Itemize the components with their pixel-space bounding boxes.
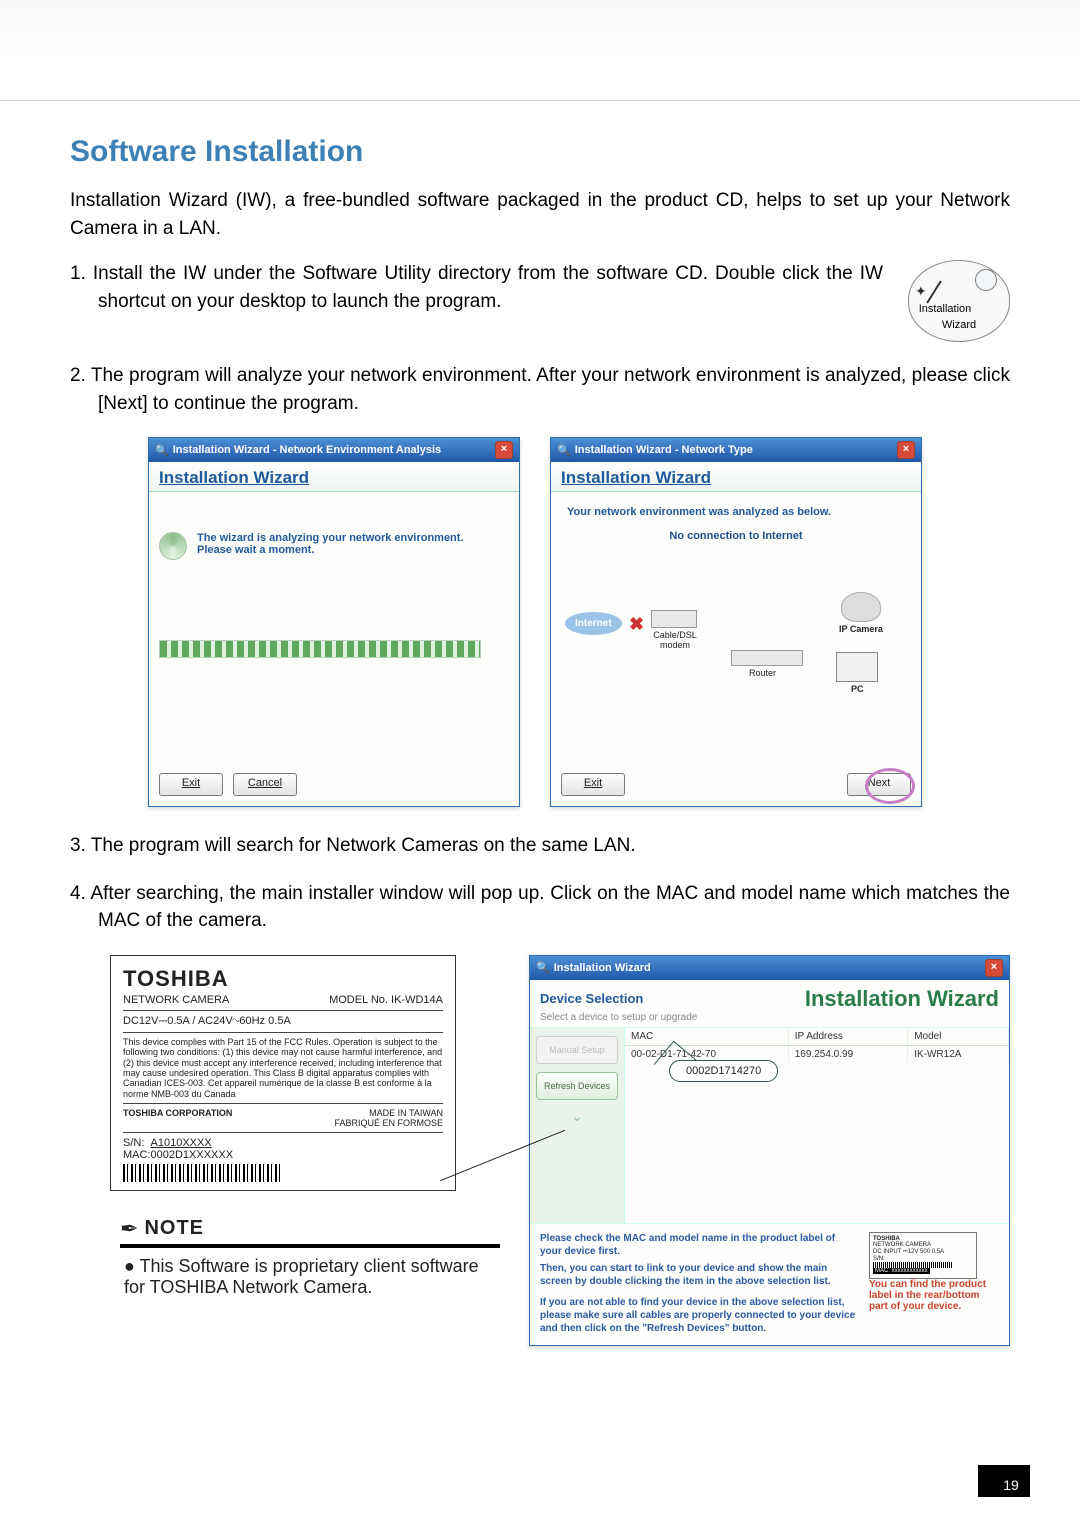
internet-cloud-icon: Internet (565, 612, 622, 635)
dialog-analyzing-environment: 🔍 Installation Wizard - Network Environm… (148, 437, 520, 807)
manual-setup-button[interactable]: Manual Setup (536, 1036, 618, 1064)
installation-wizard-desktop-icon: ✦ Installation Wizard (908, 260, 1010, 342)
analyzed-caption: Your network environment was analyzed as… (561, 502, 911, 522)
barcode-icon (123, 1164, 283, 1182)
dialog-title: Installation Wizard (554, 962, 651, 974)
installation-wizard-main-window: 🔍 Installation Wizard × Device Selection… (529, 955, 1010, 1346)
hint-line-3: If you are not able to find your device … (540, 1296, 859, 1335)
col-mac[interactable]: MAC (625, 1028, 788, 1046)
installation-wizard-header: Installation Wizard (805, 986, 999, 1012)
exit-button[interactable]: Exit (159, 773, 223, 796)
mac-callout: 0002D1714270 (669, 1060, 778, 1082)
fcc-text: This device complies with Part 15 of the… (123, 1037, 443, 1099)
wand-icon (926, 281, 941, 304)
close-icon[interactable]: × (985, 959, 1003, 977)
step-3: 3. The program will search for Network C… (70, 832, 1010, 860)
mac-address: 0002D1XXXXXX (151, 1149, 234, 1161)
search-icon: 🔍 (557, 444, 571, 457)
device-selection-label: Device Selection (540, 991, 643, 1006)
page-number: 19 (992, 1465, 1030, 1497)
router-icon (731, 650, 803, 666)
note-heading: ✒ NOTE (120, 1216, 500, 1248)
col-ip[interactable]: IP Address (788, 1028, 907, 1046)
installation-wizard-header: Installation Wizard (551, 462, 921, 492)
network-diagram: Internet ✖ Cable/DSL modem Router IP Cam… (561, 552, 911, 722)
mini-hint-text: You can find the product label in the re… (869, 1279, 999, 1312)
model-number: IK-WD14A (391, 994, 443, 1006)
search-icon: 🔍 (155, 444, 169, 457)
dialog-title: Installation Wizard - Network Environmen… (173, 444, 441, 456)
step-2: 2. The program will analyze your network… (70, 362, 1010, 417)
step-1: 1. Install the IW under the Software Uti… (70, 260, 1010, 342)
ip-camera-icon (841, 592, 881, 622)
close-icon[interactable]: × (495, 441, 513, 459)
search-icon: 🔍 (536, 961, 550, 974)
section-title: Software Installation (70, 135, 1010, 169)
note-body: ● This Software is proprietary client so… (124, 1256, 504, 1298)
close-icon[interactable]: × (897, 441, 915, 459)
chevron-down-icon[interactable]: ⌄ (536, 1108, 618, 1125)
serial-number: A1010XXXX (151, 1137, 212, 1149)
power-rating: DC12V⎓0.5A / AC24V∿60Hz 0.5A (123, 1015, 443, 1028)
analyzing-line-1: The wizard is analyzing your network env… (197, 532, 464, 544)
magnifier-icon (975, 269, 997, 291)
step-4: 4. After searching, the main installer w… (70, 880, 1010, 935)
highlight-ring-icon (865, 768, 915, 804)
refresh-devices-button[interactable]: Refresh Devices (536, 1072, 618, 1100)
mini-product-label: TOSHIBA NETWORK CAMERA DC INPUT ⎓12V 500… (869, 1232, 977, 1279)
modem-icon (651, 610, 697, 628)
product-label-plate: TOSHIBA NETWORK CAMERA MODEL No. IK-WD14… (110, 955, 456, 1191)
hint-line-1: Please check the MAC and model name in t… (540, 1232, 859, 1258)
hint-line-2: Then, you can start to link to your devi… (540, 1262, 859, 1288)
pc-icon (836, 652, 878, 682)
no-internet-label: No connection to Internet (561, 530, 911, 542)
product-name: NETWORK CAMERA (123, 994, 229, 1006)
cancel-button[interactable]: Cancel (233, 773, 297, 796)
corporation-name: TOSHIBA CORPORATION (123, 1108, 232, 1128)
progress-bar (159, 640, 481, 658)
dialog-network-type: 🔍 Installation Wizard - Network Type × I… (550, 437, 922, 807)
spinner-icon (159, 532, 187, 560)
exit-button[interactable]: Exit (561, 773, 625, 796)
no-connection-icon: ✖ (629, 614, 644, 635)
device-selection-desc: Select a device to setup or upgrade (530, 1012, 1009, 1028)
col-model[interactable]: Model (908, 1028, 1009, 1046)
brand-logo: TOSHIBA (123, 966, 443, 992)
dialog-title: Installation Wizard - Network Type (575, 444, 753, 456)
analyzing-line-2: Please wait a moment. (197, 544, 464, 556)
installation-wizard-header: Installation Wizard (149, 462, 519, 492)
feather-icon: ✒ (120, 1216, 138, 1242)
intro-paragraph: Installation Wizard (IW), a free-bundled… (70, 187, 1010, 242)
